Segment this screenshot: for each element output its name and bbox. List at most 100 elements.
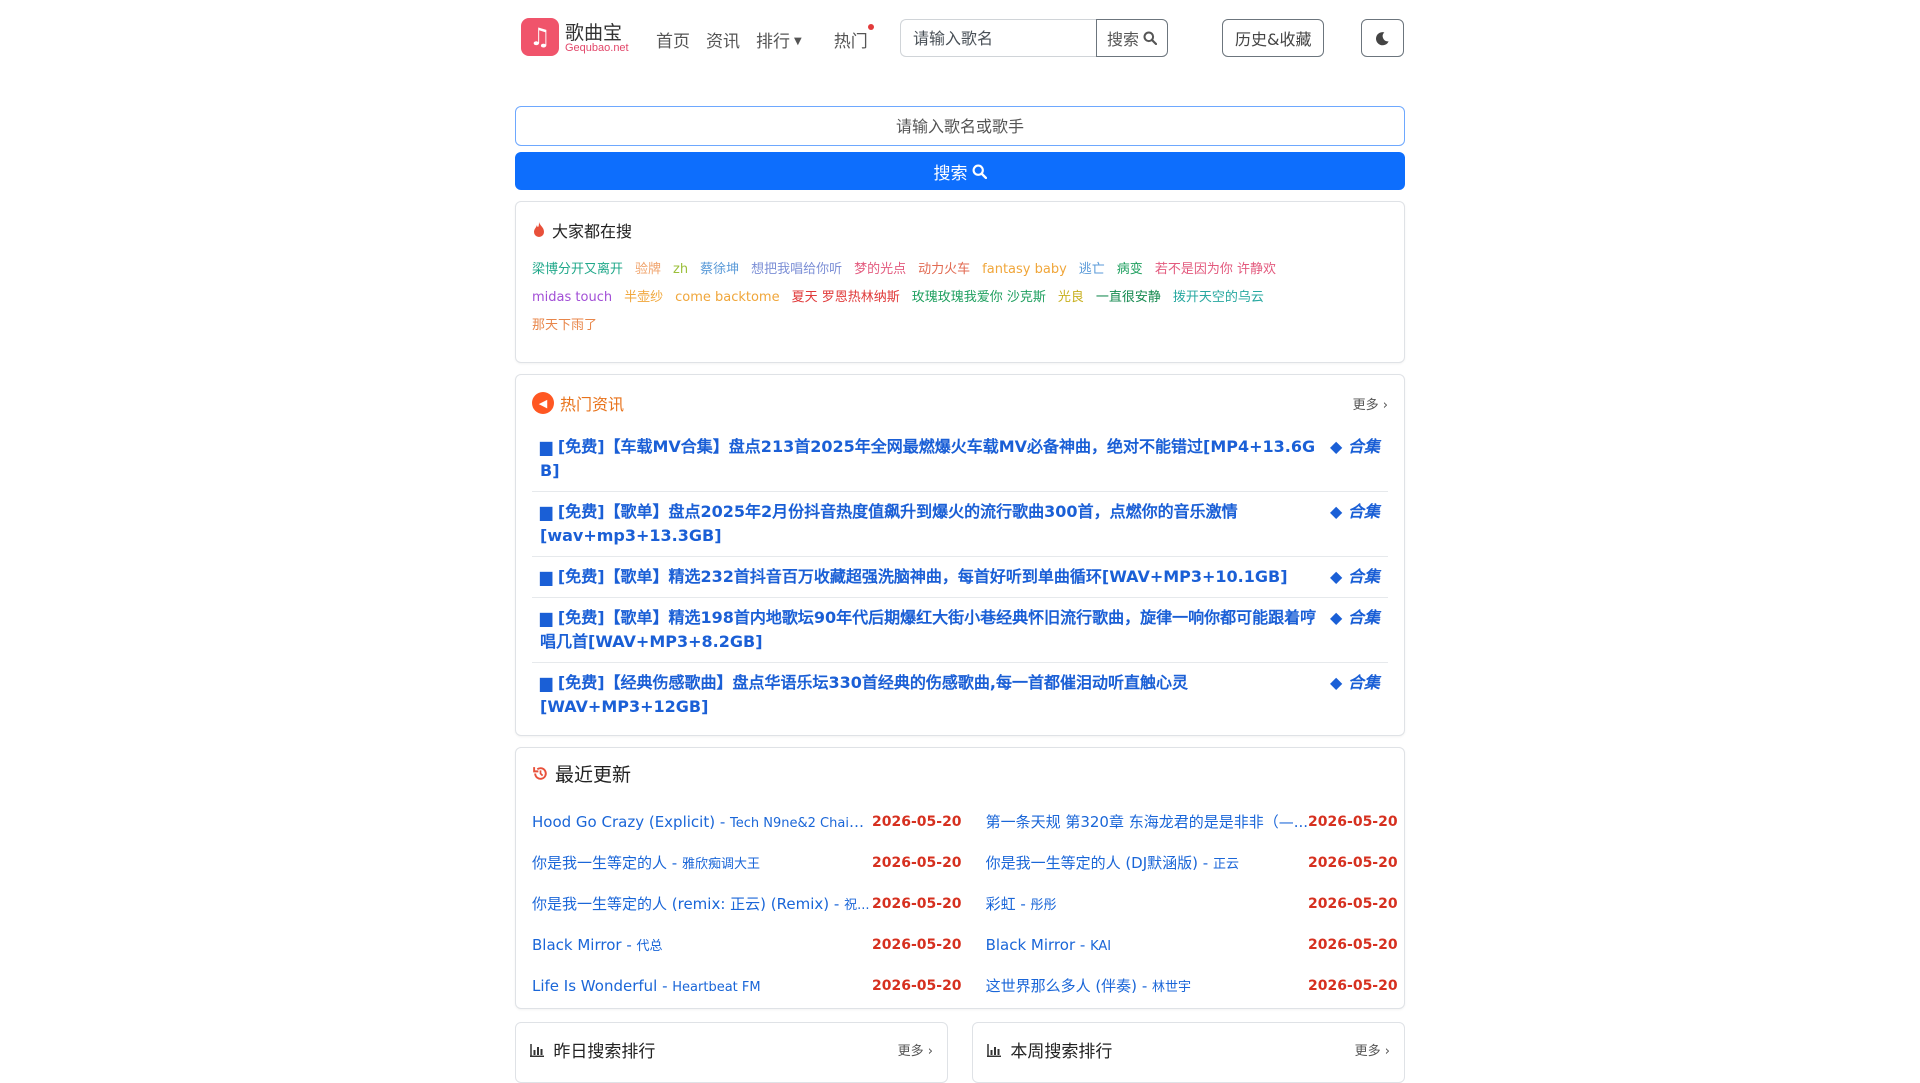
folder-icon: ▆ (540, 502, 558, 521)
hot-search-tag[interactable]: 病变 (1117, 262, 1143, 277)
hot-search-tag[interactable]: 动力火车 (918, 262, 970, 277)
notification-dot-icon (867, 24, 874, 30)
recent-song-row[interactable]: 你是我一生等定的人 (remix: 正云) (Remix) - 祝... 2026… (532, 883, 962, 924)
news-item-tag-label: 合集 (1347, 502, 1380, 521)
top-search-input[interactable] (900, 19, 1096, 57)
recent-song-row[interactable]: 第一条天规 第320章 东海龙君的是是非非（—... 2026-05-20 (986, 801, 1398, 842)
song-date: 2026-05-20 (872, 977, 962, 994)
song-artist: 彤彤 (1030, 898, 1057, 913)
recent-song-row[interactable]: 你是我一生等定的人 (DJ默涵版) - 正云 2026-05-20 (986, 842, 1398, 883)
hot-search-tag[interactable]: fantasy baby (982, 262, 1067, 277)
song-link[interactable]: 你是我一生等定的人 - 雅欣痴调大王 (532, 852, 760, 873)
hot-news-header: ◀ 热门资讯 更多 › (532, 391, 1388, 415)
news-item[interactable]: ▆ [免费]【歌单】精选232首抖音百万收藏超强洗脑神曲，每首好听到单曲循环[W… (532, 557, 1388, 598)
song-title: 你是我一生等定的人 (remix: 正云) (Remix) (532, 895, 830, 913)
news-item[interactable]: ▆ [免费]【车载MV合集】盘点213首2025年全网最燃爆火车载MV必备神曲，… (532, 427, 1388, 492)
nav-link-news[interactable]: 资讯 (706, 27, 740, 52)
song-artist: 正云 (1212, 857, 1239, 872)
hot-search-tag[interactable]: 那天下雨了 (532, 318, 597, 333)
news-item-tag: ◆ 合集 (1330, 500, 1380, 548)
song-artist: 祝... (844, 898, 870, 913)
song-link[interactable]: 彩虹 - 彤彤 (986, 893, 1057, 914)
news-item-tag: ◆ 合集 (1330, 671, 1380, 719)
song-link[interactable]: 你是我一生等定的人 (DJ默涵版) - 正云 (986, 852, 1239, 873)
caret-down-icon: ▼ (794, 36, 802, 47)
nav-link-ranking[interactable]: 排行 ▼ (756, 27, 818, 52)
bar-chart-icon (987, 1044, 1001, 1058)
weekly-ranking-more-link[interactable]: 更多 › (1355, 1040, 1390, 1059)
recent-updates-header: 最近更新 (532, 760, 1388, 787)
hot-search-tag[interactable]: 拨开天空的乌云 (1173, 290, 1264, 305)
hot-search-tag[interactable]: 光良 (1058, 290, 1084, 305)
hot-search-tag[interactable]: zh (673, 262, 688, 277)
song-date: 2026-05-20 (1308, 813, 1398, 830)
song-title: Black Mirror (532, 936, 622, 954)
navbar: ♫ 歌曲宝 Gequbao.net 首页 资讯 排行 ▼ 热门 搜索 历史&收藏 (515, 0, 1405, 76)
brand-name[interactable]: 歌曲宝 (565, 18, 622, 45)
chevron-right-icon: › (927, 1044, 933, 1059)
weekly-ranking-header: 本周搜索排行 (987, 1037, 1112, 1062)
recent-song-row[interactable]: 彩虹 - 彤彤 2026-05-20 (986, 883, 1398, 924)
search-icon (972, 164, 987, 179)
recent-song-row[interactable]: 这世界那么多人 (伴奏) - 林世宇 2026-05-20 (986, 965, 1398, 1006)
hot-search-tag[interactable]: 想把我唱给你听 (751, 262, 842, 277)
main-search-button[interactable]: 搜索 (515, 152, 1405, 190)
news-item-title: [免费]【歌单】精选198首内地歌坛90年代后期爆红大街小巷经典怀旧流行歌曲，旋… (540, 608, 1317, 651)
yesterday-ranking-more-link[interactable]: 更多 › (898, 1040, 933, 1059)
news-item-text: ▆ [免费]【歌单】精选198首内地歌坛90年代后期爆红大街小巷经典怀旧流行歌曲… (540, 606, 1330, 654)
recent-left-column: Hood Go Crazy (Explicit) - Tech N9ne&2 C… (532, 801, 962, 1006)
song-title: Life Is Wonderful (532, 976, 658, 995)
bar-chart-icon (530, 1044, 544, 1058)
hot-search-tag[interactable]: come backtome (675, 290, 780, 305)
song-link[interactable]: Life Is Wonderful - Heartbeat FM (532, 977, 761, 995)
hot-news-title: 热门资讯 (560, 395, 625, 414)
recent-song-row[interactable]: Hood Go Crazy (Explicit) - Tech N9ne&2 C… (532, 801, 962, 842)
recent-song-row[interactable]: Black Mirror - 代总 2026-05-20 (532, 924, 962, 965)
song-link[interactable]: 这世界那么多人 (伴奏) - 林世宇 (986, 975, 1191, 996)
news-item-title: [免费]【歌单】盘点2025年2月份抖音热度值飙升到爆火的流行歌曲300首，点燃… (540, 502, 1238, 545)
history-favorites-button[interactable]: 历史&收藏 (1222, 19, 1325, 57)
song-link[interactable]: Black Mirror - KAI (986, 936, 1112, 954)
recent-updates-card: 最近更新 Hood Go Crazy (Explicit) - Tech N9n… (515, 747, 1405, 1009)
news-item[interactable]: ▆ [免费]【经典伤感歌曲】盘点华语乐坛330首经典的伤感歌曲,每一首都催泪动听… (532, 663, 1388, 727)
recent-song-row[interactable]: Life Is Wonderful - Heartbeat FM 2026-05-… (532, 965, 962, 1006)
recent-song-row[interactable]: 你是我一生等定的人 - 雅欣痴调大王 2026-05-20 (532, 842, 962, 883)
news-item[interactable]: ▆ [免费]【歌单】精选198首内地歌坛90年代后期爆红大街小巷经典怀旧流行歌曲… (532, 598, 1388, 663)
main-search-input[interactable] (515, 106, 1405, 146)
news-more-label: 更多 (1352, 397, 1379, 413)
song-date: 2026-05-20 (1308, 936, 1398, 953)
theme-toggle-button[interactable] (1361, 19, 1404, 57)
hot-search-tag[interactable]: 蔡徐坤 (700, 262, 739, 277)
megaphone-icon: ◀ (532, 392, 554, 414)
news-more-link[interactable]: 更多 › (1353, 394, 1388, 413)
nav-link-home[interactable]: 首页 (656, 27, 690, 52)
hot-search-tag[interactable]: 梦的光点 (854, 262, 906, 277)
hot-search-tag[interactable]: 夏天 罗恩热林纳斯 (792, 290, 900, 305)
news-item-tag-label: 合集 (1347, 567, 1380, 586)
hot-searches-title: 大家都在搜 (552, 222, 633, 241)
news-item[interactable]: ▆ [免费]【歌单】盘点2025年2月份抖音热度值飙升到爆火的流行歌曲300首，… (532, 492, 1388, 557)
song-link[interactable]: 第一条天规 第320章 东海龙君的是是非非（—... (986, 811, 1308, 832)
song-link[interactable]: 你是我一生等定的人 (remix: 正云) (Remix) - 祝... (532, 893, 869, 914)
hot-search-tag[interactable]: 一直很安静 (1096, 290, 1161, 305)
tags-icon: ◆ (1330, 567, 1348, 586)
song-link[interactable]: Black Mirror - 代总 (532, 935, 663, 954)
song-link[interactable]: Hood Go Crazy (Explicit) - Tech N9ne&2 C… (532, 813, 872, 831)
hot-search-tag[interactable]: midas touch (532, 290, 612, 305)
top-search-button[interactable]: 搜索 (1096, 19, 1169, 57)
news-item-title: [免费]【车载MV合集】盘点213首2025年全网最燃爆火车载MV必备神曲，绝对… (540, 437, 1316, 480)
nav-link-hot[interactable]: 热门 (834, 24, 874, 52)
hot-search-tag[interactable]: 验牌 (635, 262, 661, 277)
hot-news-title-wrap: ◀ 热门资讯 (532, 391, 624, 415)
hot-search-tag[interactable]: 若不是因为你 许静欢 (1155, 262, 1276, 277)
hot-search-tag[interactable]: 半壶纱 (624, 290, 663, 305)
news-item-title: [免费]【歌单】精选232首抖音百万收藏超强洗脑神曲，每首好听到单曲循环[WAV… (557, 567, 1288, 586)
song-title: 你是我一生等定的人 (DJ默涵版) (985, 854, 1199, 872)
news-item-tag-label: 合集 (1347, 437, 1380, 456)
recent-song-row[interactable]: Black Mirror - KAI 2026-05-20 (986, 924, 1398, 965)
hot-search-tag[interactable]: 逃亡 (1079, 262, 1105, 277)
hot-search-tag[interactable]: 梁博分开又离开 (532, 262, 623, 277)
song-date: 2026-05-20 (1308, 977, 1398, 994)
hot-search-tag[interactable]: 玫瑰玫瑰我爱你 沙克斯 (912, 290, 1046, 305)
music-note-logo-icon[interactable]: ♫ (521, 18, 559, 56)
